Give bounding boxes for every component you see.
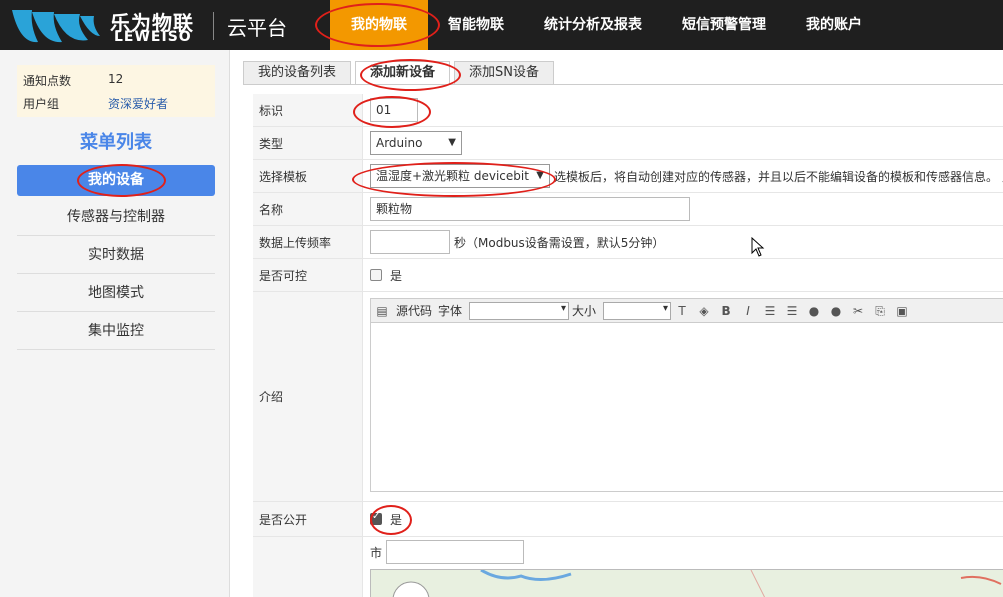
unlink-icon[interactable]: ●	[828, 303, 844, 319]
font-label: 字体	[438, 304, 463, 318]
menu-title: 菜单列表	[80, 132, 152, 153]
highlight-tab-oval	[360, 59, 461, 91]
italic-icon[interactable]: I	[740, 303, 756, 319]
tab-divider	[243, 84, 1003, 85]
row-controllable: 是否可控 是	[253, 259, 1003, 292]
highlight-nav-oval	[315, 3, 440, 47]
info-notify-points: 通知点数 12	[23, 72, 124, 88]
nav-divider	[213, 12, 214, 40]
row-intro: 介绍 ▤ 源代码 字体 大小 T ◈ B I ☰ ☰ ● ● ✂ ⎘ ▣	[253, 292, 1003, 502]
nav-smart-iot[interactable]: 智能物联	[428, 0, 524, 50]
row-public: 是否公开 是	[253, 502, 1003, 537]
sidebar-item-sensors[interactable]: 传感器与控制器	[17, 198, 215, 236]
frequency-input[interactable]	[370, 230, 450, 254]
paste-icon[interactable]: ▣	[894, 303, 910, 319]
tab-add-sn-device[interactable]: 添加SN设备	[454, 61, 555, 85]
template-hint: 选模板后，将自动创建对应的传感器，并且以后不能编辑设备的模板和传感器信息。 点	[554, 169, 1003, 184]
frequency-hint: 秒（Modbus设备需设置，默认5分钟）	[454, 235, 665, 250]
info-user-group: 用户组 资深爱好者	[23, 97, 169, 111]
row-type: 类型 Arduino ▼	[253, 127, 1003, 160]
editor-toolbar: ▤ 源代码 字体 大小 T ◈ B I ☰ ☰ ● ● ✂ ⎘ ▣	[371, 299, 1003, 323]
city-label: 市	[370, 545, 383, 560]
row-location: 市	[253, 537, 1003, 597]
bg-color-icon[interactable]: ◈	[696, 303, 712, 319]
sidebar: 通知点数 12 用户组 资深爱好者 菜单列表 我的设备 传感器与控制器 实时数据…	[0, 50, 230, 597]
logo[interactable]: 乐为物联 LEWEISO	[10, 4, 210, 46]
ordered-list-icon[interactable]: ☰	[762, 303, 778, 319]
unordered-list-icon[interactable]: ☰	[784, 303, 800, 319]
user-info-box: 通知点数 12 用户组 资深爱好者	[17, 65, 215, 117]
platform-title: 云平台	[227, 16, 287, 40]
location-map[interactable]	[370, 569, 1003, 597]
bold-icon[interactable]: B	[718, 303, 734, 319]
highlight-id-oval	[353, 96, 431, 128]
text-color-icon[interactable]: T	[674, 303, 690, 319]
nav-my-account[interactable]: 我的账户	[786, 0, 882, 50]
type-select[interactable]: Arduino ▼	[370, 131, 462, 155]
name-input[interactable]: 颗粒物	[370, 197, 690, 221]
brand-en: LEWEISO	[114, 29, 192, 45]
sidebar-item-map[interactable]: 地图模式	[17, 274, 215, 312]
city-input[interactable]	[386, 540, 525, 564]
row-frequency: 数据上传频率 秒（Modbus设备需设置，默认5分钟）	[253, 226, 1003, 259]
nav-statistics[interactable]: 统计分析及报表	[524, 0, 662, 50]
row-name: 名称 颗粒物	[253, 193, 1003, 226]
size-label: 大小	[572, 304, 597, 318]
nav-sms-alert[interactable]: 短信预警管理	[662, 0, 786, 50]
leweiso-logo-icon	[12, 10, 100, 43]
size-select[interactable]	[603, 301, 672, 320]
highlight-menu-oval	[77, 164, 166, 197]
highlight-public-oval	[370, 505, 412, 535]
controllable-checkbox[interactable]	[370, 269, 382, 281]
map-terrain-icon	[392, 570, 1002, 597]
source-icon[interactable]: ▤	[374, 303, 390, 319]
dropdown-arrow-icon: ▼	[448, 137, 456, 148]
link-icon[interactable]: ●	[806, 303, 822, 319]
copy-icon[interactable]: ⎘	[872, 303, 888, 319]
source-button[interactable]: 源代码	[396, 302, 432, 319]
user-group-link[interactable]: 资深爱好者	[108, 95, 168, 112]
highlight-template-oval	[352, 162, 556, 197]
intro-editor[interactable]: ▤ 源代码 字体 大小 T ◈ B I ☰ ☰ ● ● ✂ ⎘ ▣	[370, 298, 1003, 492]
top-nav: 乐为物联 LEWEISO 云平台 我的物联 智能物联 统计分析及报表 短信预警管…	[0, 0, 1003, 50]
sidebar-item-monitor[interactable]: 集中监控	[17, 312, 215, 350]
cut-icon[interactable]: ✂	[850, 303, 866, 319]
font-select[interactable]	[469, 301, 570, 320]
tab-device-list[interactable]: 我的设备列表	[243, 61, 352, 85]
mouse-cursor-icon	[751, 237, 765, 257]
sidebar-item-realtime[interactable]: 实时数据	[17, 236, 215, 274]
